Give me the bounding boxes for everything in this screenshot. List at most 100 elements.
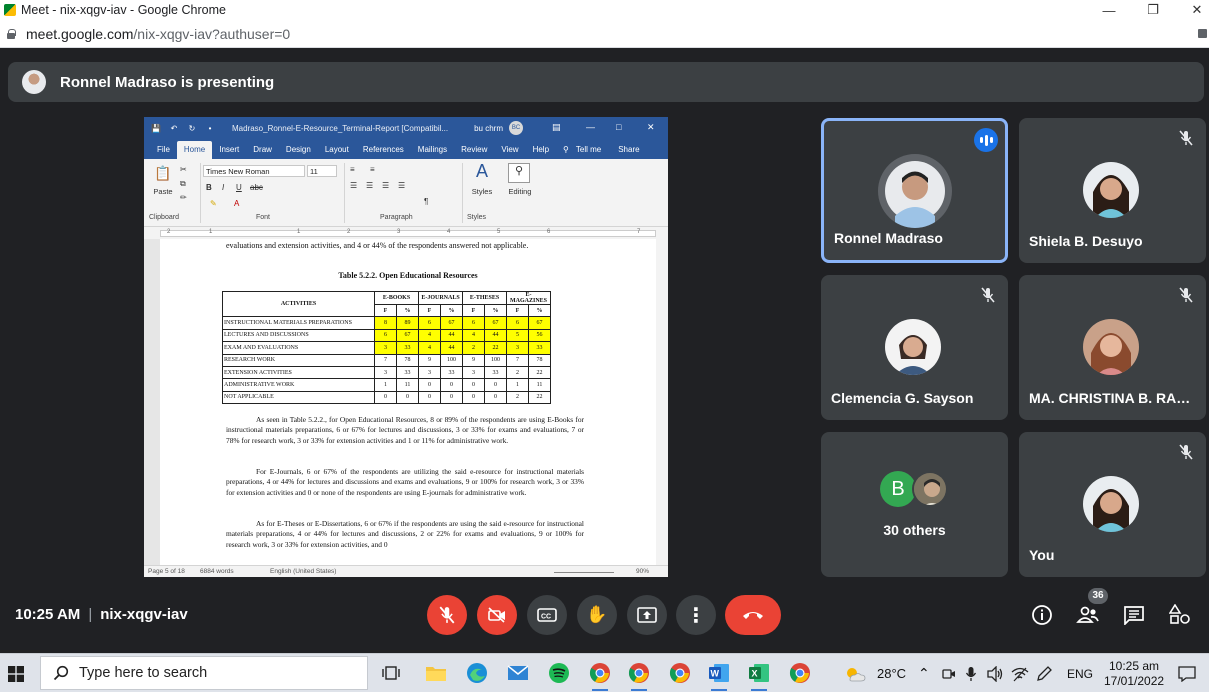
mail-button[interactable] xyxy=(502,658,534,688)
table-cell: 6 xyxy=(374,328,397,343)
word-user-name: bu chrm xyxy=(474,123,503,133)
close-window-button[interactable]: ✕ xyxy=(1175,0,1209,20)
participant-name: You xyxy=(1029,547,1055,563)
taskbar-search-box[interactable]: Type here to search xyxy=(40,656,368,690)
camera-icon xyxy=(942,668,955,679)
tab-references: References xyxy=(362,145,404,154)
tab-help: Help xyxy=(532,145,550,154)
edge-button[interactable] xyxy=(461,658,493,688)
pen-tray-button[interactable] xyxy=(1036,654,1052,692)
group-clipboard: Clipboard xyxy=(149,214,179,221)
table-cell: 2 xyxy=(506,365,529,380)
notifications-button[interactable] xyxy=(1178,654,1196,692)
participant-tile-shiela[interactable]: Shiela B. Desuyo xyxy=(1019,118,1206,263)
task-view-button[interactable] xyxy=(375,658,407,688)
font-size-box: 11 xyxy=(307,165,337,177)
participant-tile-you[interactable]: You xyxy=(1019,432,1206,577)
present-now-button[interactable] xyxy=(627,595,667,635)
language-indicator[interactable]: ENG xyxy=(1067,654,1093,692)
speaking-indicator-icon xyxy=(974,128,998,152)
participant-tile-others[interactable]: B 30 others xyxy=(821,432,1008,577)
excel-button[interactable]: X xyxy=(743,658,775,691)
lock-icon[interactable] xyxy=(6,28,16,39)
table-cell: 44 xyxy=(440,328,463,343)
chrome-alt-button[interactable] xyxy=(784,658,816,688)
leave-call-button[interactable] xyxy=(725,595,781,635)
windows-logo-icon xyxy=(8,665,24,682)
word-restore-icon: □ xyxy=(616,122,622,132)
ruler-number: 1 xyxy=(209,229,213,235)
file-explorer-button[interactable] xyxy=(420,658,452,688)
hang-up-icon xyxy=(743,612,763,619)
mic-muted-icon xyxy=(1179,287,1193,303)
ruler-number: 6 xyxy=(547,229,551,235)
table-cell: 0 xyxy=(440,390,463,405)
ribbon-display-icon: ▤ xyxy=(552,122,561,132)
avatar xyxy=(1083,476,1139,532)
address-bar[interactable]: meet.google.com/nix-xqgv-iav?authuser=0 xyxy=(0,20,1209,48)
chrome-profile-button[interactable] xyxy=(584,658,616,691)
people-button[interactable] xyxy=(1074,601,1102,629)
more-options-button[interactable]: ⋮ xyxy=(676,595,716,635)
table-cell: 89 xyxy=(396,316,419,330)
table-cell: 11 xyxy=(528,378,551,392)
meeting-time: 10:25 AM xyxy=(15,606,81,623)
camera-toggle-button[interactable] xyxy=(477,595,517,635)
tab-review: Review xyxy=(461,145,488,154)
header-ebooks: E-BOOKS xyxy=(374,291,419,305)
participant-name: MA. CHRISTINA B. RAN... xyxy=(1029,390,1197,406)
participant-tile-christina[interactable]: MA. CHRISTINA B. RAN... xyxy=(1019,275,1206,420)
weather-widget[interactable]: 28°C xyxy=(844,654,906,692)
table-cell: 0 xyxy=(396,390,419,405)
meeting-details-button[interactable] xyxy=(1028,601,1056,629)
row-activity-label: ADMINISTRATIVE WORK xyxy=(222,378,375,392)
participant-tile-ronnel[interactable]: Ronnel Madraso xyxy=(821,118,1008,263)
table-row: ADMINISTRATIVE WORK 1 11 0 0 0 0 1 11 xyxy=(222,378,551,392)
captions-button[interactable]: CC xyxy=(527,595,567,635)
subheader-cell: F xyxy=(418,303,441,318)
network-button[interactable] xyxy=(1011,654,1029,692)
meet-controls-bar: 10:25 AM | nix-xqgv-iav CC ✋ ⋮ 36 xyxy=(0,585,1209,645)
status-page: Page 5 of 18 xyxy=(148,568,185,575)
table-cell: 67 xyxy=(484,316,507,330)
start-button[interactable] xyxy=(0,654,32,692)
table-cell: 4 xyxy=(462,328,485,343)
mic-toggle-button[interactable] xyxy=(427,595,467,635)
chrome-other-button[interactable] xyxy=(664,658,696,688)
spotify-button[interactable] xyxy=(543,658,575,688)
minimize-button[interactable]: — xyxy=(1087,0,1131,20)
table-cell: 33 xyxy=(396,365,419,380)
styles-icon: A xyxy=(475,161,488,181)
table-cell: 4 xyxy=(418,341,441,355)
avatar-photo xyxy=(1083,319,1139,375)
volume-button[interactable] xyxy=(986,654,1004,692)
resources-table: ACTIVITIES E-BOOKS E-JOURNALS E-THESES E… xyxy=(222,290,551,405)
show-hidden-icons-button[interactable]: ⌃ xyxy=(918,654,930,692)
chrome-meet-button[interactable] xyxy=(623,658,655,691)
url-text[interactable]: meet.google.com/nix-xqgv-iav?authuser=0 xyxy=(26,26,290,42)
chevron-up-icon: ⌃ xyxy=(918,665,930,681)
others-count-label: 30 others xyxy=(883,522,946,538)
table-cell: 5 xyxy=(506,328,529,343)
raise-hand-button[interactable]: ✋ xyxy=(577,595,617,635)
chat-button[interactable] xyxy=(1120,601,1148,629)
word-ribbon: 📋 Paste ✂ ⧉ ✏ Clipboard Times New Roman … xyxy=(144,159,668,227)
document-page: evaluations and extension activities, an… xyxy=(160,239,656,565)
meet-tray-icon[interactable] xyxy=(942,654,956,692)
system-clock[interactable]: 10:25 am 17/01/2022 xyxy=(1104,654,1164,692)
group-styles: Styles xyxy=(467,214,487,221)
svg-text:X: X xyxy=(752,669,758,679)
avatar-photo xyxy=(885,319,941,375)
participant-tile-clemencia[interactable]: Clemencia G. Sayson xyxy=(821,275,1008,420)
mic-tray-icon[interactable] xyxy=(965,654,977,692)
ruler-track: 2 1 1 2 3 4 5 6 7 xyxy=(160,229,656,237)
extension-icon[interactable] xyxy=(1198,29,1207,38)
tab-view: View xyxy=(501,145,519,154)
restore-button[interactable]: ❐ xyxy=(1131,0,1175,20)
table-cell: 7 xyxy=(506,353,529,367)
bold-icon: B xyxy=(206,183,212,192)
window-title: Meet - nix-xqgv-iav - Google Chrome xyxy=(21,3,226,17)
activities-button[interactable] xyxy=(1166,601,1194,629)
word-button[interactable]: W xyxy=(703,658,735,691)
chrome-icon xyxy=(628,663,649,683)
